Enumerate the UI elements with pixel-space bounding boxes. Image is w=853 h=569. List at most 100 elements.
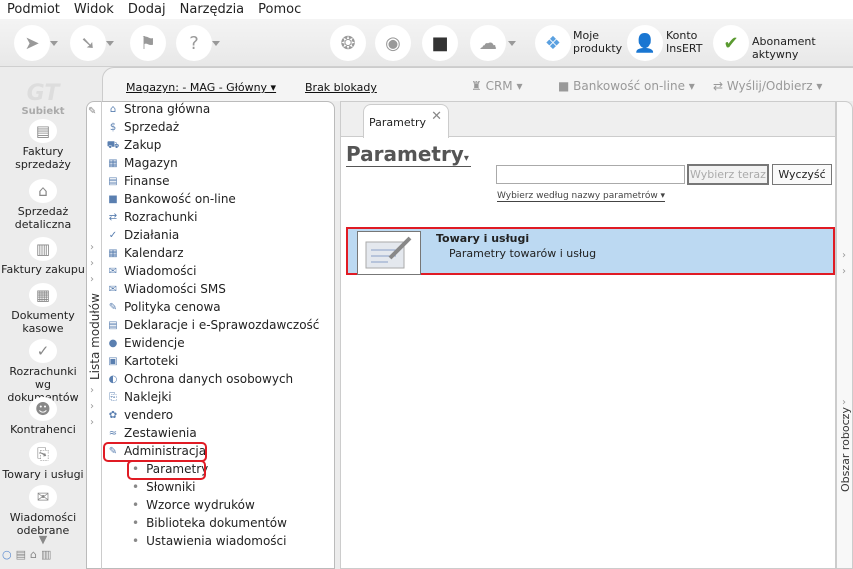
check-docs-icon: ✓ xyxy=(29,339,57,363)
module-item[interactable]: ⛟ Zakup xyxy=(106,137,162,154)
tab-parametry[interactable]: Parametry ✕ xyxy=(363,104,449,138)
module-item[interactable]: ⇄ Rozrachunki xyxy=(106,209,198,226)
nav-faktury-sprzedazy[interactable]: ▤ Faktury sprzedaży xyxy=(0,119,86,171)
nav-kontrahenci[interactable]: ☻ Kontrahenci xyxy=(0,397,86,436)
module-item[interactable]: ▦ Kalendarz xyxy=(106,245,183,262)
module-item[interactable]: ⌂ Strona główna xyxy=(106,101,210,118)
crm-button[interactable]: ♜ CRM ▾ xyxy=(471,79,523,93)
page-title[interactable]: Parametry▾ xyxy=(346,142,471,167)
help-icon[interactable]: ? xyxy=(176,25,212,61)
chevron-right-icon[interactable]: › xyxy=(842,250,846,261)
module-item[interactable]: ✉ Wiadomości SMS xyxy=(106,281,226,298)
module-icon: ▤ xyxy=(108,320,118,331)
cash-register-icon: ▦ xyxy=(29,283,57,307)
chevron-right-icon[interactable]: › xyxy=(90,258,94,269)
nav-sprzedaz-detaliczna[interactable]: ⌂ Sprzedaż detaliczna xyxy=(0,179,86,231)
module-item[interactable]: ▤ Finanse xyxy=(106,173,170,190)
flag-icon[interactable]: ⚑ xyxy=(130,25,166,61)
module-item[interactable]: ● Ewidencje xyxy=(106,335,185,352)
module-list-label[interactable]: Lista modułów xyxy=(88,293,102,380)
submodule-item[interactable]: Słowniki xyxy=(132,479,195,496)
label: produkty xyxy=(573,42,623,55)
shield-check-icon[interactable]: ✔ xyxy=(713,25,749,61)
chevron-down-icon[interactable] xyxy=(106,41,114,46)
close-icon[interactable]: ✕ xyxy=(431,109,442,124)
subscription-status[interactable]: Abonament aktywny xyxy=(752,35,853,61)
chevron-right-icon[interactable]: › xyxy=(842,397,846,408)
select-now-button[interactable]: Wybierz teraz xyxy=(687,164,769,185)
chevron-down-icon[interactable] xyxy=(508,41,516,46)
module-item[interactable]: $ Sprzedaż xyxy=(106,119,179,136)
warehouse-selector[interactable]: Magazyn: - MAG - Główny ▾ xyxy=(126,81,276,94)
send-icon[interactable]: ➤ xyxy=(14,25,50,61)
module-item[interactable]: ▣ Kartoteki xyxy=(106,353,178,370)
module-label: Ewidencje xyxy=(124,336,185,350)
insert-account-button[interactable]: Konto InsERT xyxy=(666,29,702,55)
menu-pomoc[interactable]: Pomoc xyxy=(251,0,308,19)
loading-icon[interactable]: ❂ xyxy=(330,25,366,61)
module-item[interactable]: ■ Bankowość on-line xyxy=(106,191,236,208)
goods-icon: ⎘ xyxy=(29,442,57,466)
chevron-down-icon[interactable] xyxy=(50,41,58,46)
lock-status-link[interactable]: Brak blokady xyxy=(305,81,377,94)
submodule-item[interactable]: Wzorce wydruków xyxy=(132,497,255,514)
menu-dodaj[interactable]: Dodaj xyxy=(121,0,173,19)
workspace-panel[interactable]: › › Obszar roboczy › › › xyxy=(836,101,853,569)
module-item[interactable]: ✿ vendero xyxy=(106,407,173,424)
banking-button[interactable]: ■ Bankowość on-line ▾ xyxy=(558,79,695,93)
nav-dokumenty-kasowe[interactable]: ▦ Dokumenty kasowe xyxy=(0,283,86,335)
nav-rozrachunki[interactable]: ✓Rozrachunki wgdokumentów xyxy=(0,339,86,404)
module-item[interactable]: ▦ Magazyn xyxy=(106,155,177,172)
chevron-right-icon[interactable]: › xyxy=(842,413,846,424)
menu-podmiot[interactable]: Podmiot xyxy=(0,0,67,19)
module-icon: ● xyxy=(108,338,118,349)
module-label: Wiadomości SMS xyxy=(124,282,226,296)
search-input[interactable] xyxy=(496,165,685,184)
chevron-right-icon[interactable]: › xyxy=(842,429,846,440)
module-item[interactable]: ▤ Deklaracje i e-Sprawozdawczość xyxy=(106,317,319,334)
chevron-right-icon[interactable]: › xyxy=(842,266,846,277)
module-item[interactable]: ≈ Zestawienia xyxy=(106,425,197,442)
module-item[interactable]: ◐ Ochrona danych osobowych xyxy=(106,371,294,388)
chevron-right-icon[interactable]: › xyxy=(90,242,94,253)
chevron-right-icon[interactable]: › xyxy=(90,401,94,412)
chevron-right-icon[interactable]: › xyxy=(90,385,94,396)
globe-icon[interactable]: ◉ xyxy=(375,25,411,61)
nav-faktury-zakupu[interactable]: ▥ Faktury zakupu xyxy=(0,237,86,276)
module-label: Finanse xyxy=(124,174,170,188)
cloud-icon[interactable]: ☁ xyxy=(470,25,506,61)
documents-icon[interactable]: ▥ xyxy=(41,548,51,561)
module-item[interactable]: ✓ Działania xyxy=(106,227,180,244)
basket-icon[interactable]: ⌂ xyxy=(30,548,37,561)
circle-icon[interactable]: ○ xyxy=(2,548,12,561)
scroll-down-icon[interactable]: ▼ xyxy=(0,533,86,546)
chevron-right-icon[interactable]: › xyxy=(90,417,94,428)
module-item[interactable]: ⎘ Naklejki xyxy=(106,389,172,406)
stack-icon[interactable]: ▤ xyxy=(16,548,26,561)
param-group-towary[interactable]: Towary i usługi Parametry towarów i usłu… xyxy=(346,227,835,275)
my-products-button[interactable]: Moje produkty xyxy=(573,29,622,55)
nav-wiadomosci[interactable]: ✉ Wiadomości odebrane xyxy=(0,485,86,537)
module-item[interactable]: ✉ Wiadomości xyxy=(106,263,197,280)
products-icon[interactable]: ❖ xyxy=(535,25,571,61)
toolbar: ➤ ➘ ⚑ ? ❂ ◉ ■ ☁ ❖ Moje produkty 👤 Konto In… xyxy=(0,19,853,67)
module-item[interactable]: ✎ Polityka cenowa xyxy=(106,299,221,316)
submodule-item[interactable]: Ustawienia wiadomości xyxy=(132,533,286,550)
pin-icon[interactable]: ✎ xyxy=(88,106,96,117)
clear-button[interactable]: Wyczyść xyxy=(772,164,832,185)
nav-towary[interactable]: ⎘ Towary i usługi xyxy=(0,442,86,481)
chevron-down-icon[interactable] xyxy=(212,41,220,46)
menu-widok[interactable]: Widok xyxy=(67,0,121,19)
label: Konto xyxy=(666,29,698,42)
chevron-right-icon[interactable]: › xyxy=(90,274,94,285)
cube-icon[interactable]: ■ xyxy=(422,25,458,61)
module-label: Naklejki xyxy=(124,390,172,404)
filter-by-name-dropdown[interactable]: Wybierz według nazwy parametrów ▾ xyxy=(497,191,666,202)
send-receive-button[interactable]: ⇄ Wyślij/Odbierz ▾ xyxy=(713,79,822,93)
submodule-item[interactable]: Biblioteka dokumentów xyxy=(132,515,287,532)
account-icon[interactable]: 👤 xyxy=(627,25,663,61)
card-subtitle[interactable]: Parametry towarów i usług xyxy=(449,247,596,260)
module-label: Zestawienia xyxy=(124,426,197,440)
receive-icon[interactable]: ➘ xyxy=(70,25,106,61)
menu-narzedzia[interactable]: Narzędzia xyxy=(173,0,252,19)
